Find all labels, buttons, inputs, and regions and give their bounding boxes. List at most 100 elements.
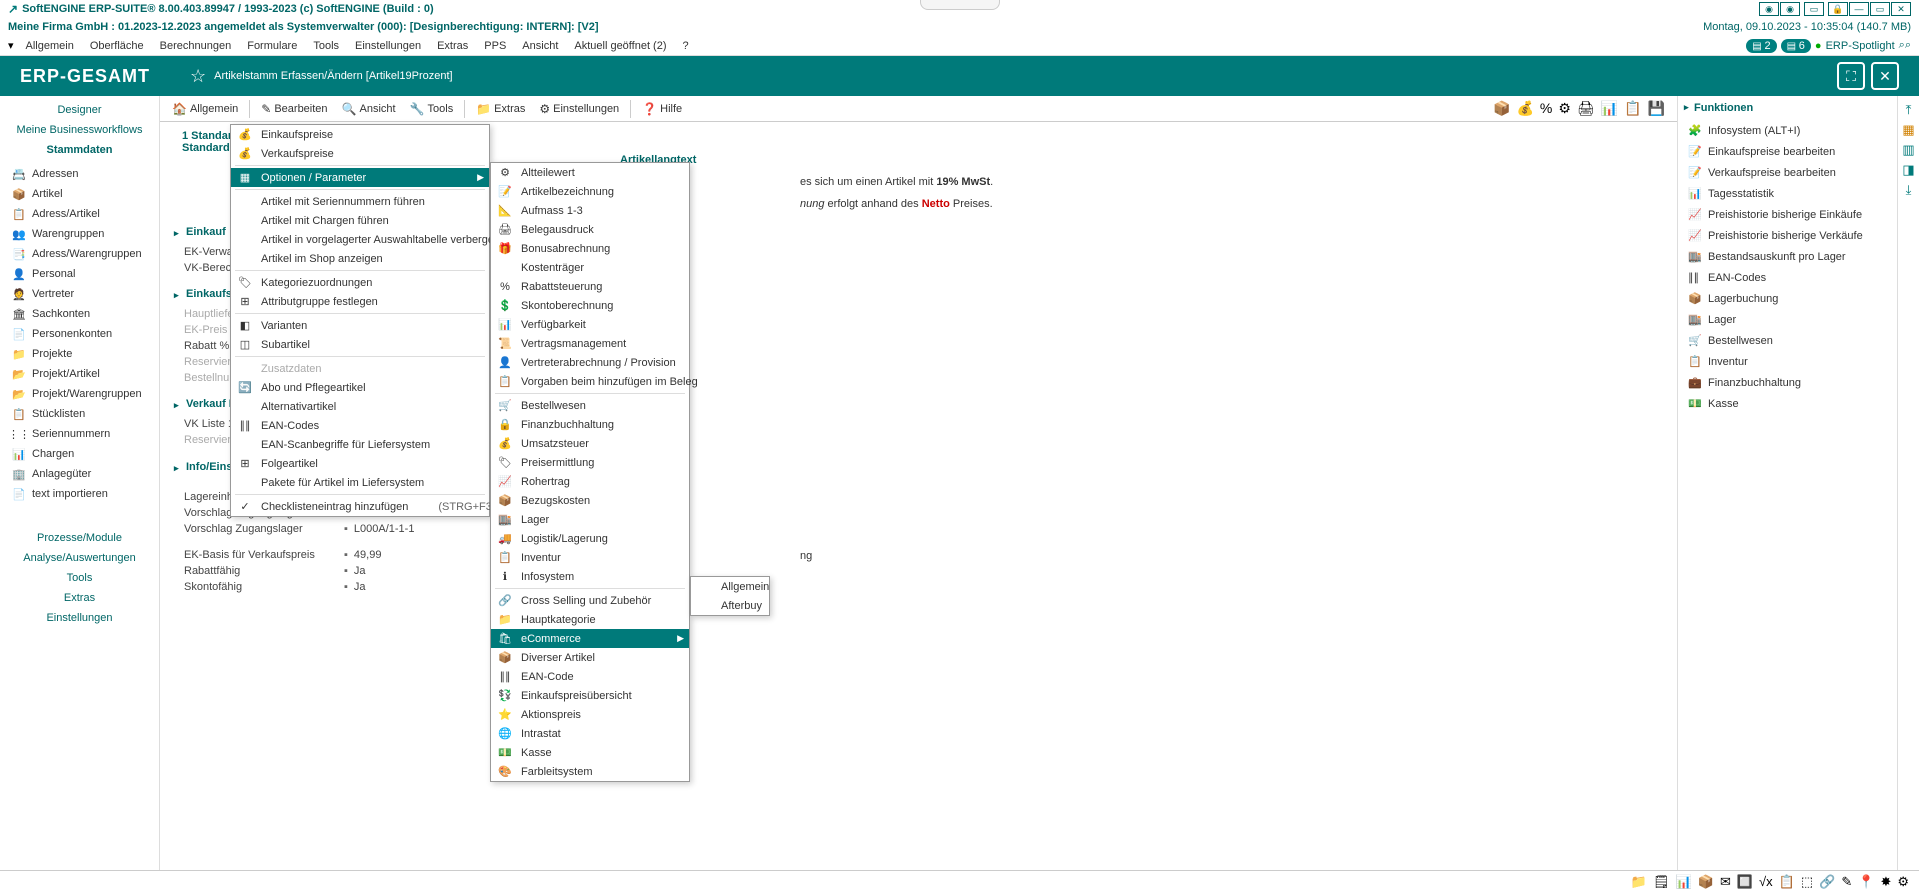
sidebar-item-textimportieren[interactable]: 📄text importieren [8, 484, 151, 504]
sidebar-item-sachkonten[interactable]: 🏛Sachkonten [8, 304, 151, 324]
ctx-einkaufspreisbersich[interactable]: 💱Einkaufspreisübersicht [491, 686, 689, 705]
ctx-optionenparameter[interactable]: ▦Optionen / Parameter▶ [231, 168, 489, 187]
ctx-eancodes[interactable]: ∥∥EAN-Codes [231, 416, 489, 435]
ctx-inventur[interactable]: 📋Inventur [491, 548, 689, 567]
ctx-vertragsmanagement[interactable]: 📜Vertragsmanagement [491, 334, 689, 353]
ctx-aboundpflegeartikel[interactable]: 🔄Abo und Pflegeartikel [231, 378, 489, 397]
ctx-altteilewert[interactable]: ⚙Altteilewert [491, 163, 689, 182]
menu-ansicht[interactable]: Ansicht [514, 38, 566, 54]
ctx-artikelbezeichnung[interactable]: 📝Artikelbezeichnung [491, 182, 689, 201]
fullscreen-button[interactable]: ⛶ [1837, 62, 1865, 90]
f-icon-7[interactable]: √x [1759, 874, 1773, 889]
close-panel-button[interactable]: ✕ [1871, 62, 1899, 90]
ctx-preisermittlung[interactable]: 🏷Preisermittlung [491, 453, 689, 472]
ctx-alternativartikel[interactable]: Alternativartikel [231, 397, 489, 416]
menu-extras[interactable]: Extras [429, 38, 476, 54]
ctx-hauptkategorie[interactable]: 📁Hauptkategorie [491, 610, 689, 629]
ctx-eancode[interactable]: ∥∥EAN-Code [491, 667, 689, 686]
sidebar-item-anlagegter[interactable]: 🏢Anlagegüter [8, 464, 151, 484]
badge-1[interactable]: ▤ 2 [1746, 39, 1776, 53]
toolbtn-allgemein[interactable]: 🏠Allgemein [166, 100, 244, 118]
ctx-aufmass[interactable]: 📐Aufmass 1-3 [491, 201, 689, 220]
ctx-vorgabenbeimhinzufge[interactable]: 📋Vorgaben beim hinzufügen im Beleg [491, 372, 689, 391]
ctx-einkaufspreise[interactable]: 💰Einkaufspreise [231, 125, 489, 144]
menu-berechnungen[interactable]: Berechnungen [152, 38, 240, 54]
sidebar-item-adressartikel[interactable]: 📋Adress/Artikel [8, 204, 151, 224]
menu-oberflaeche[interactable]: Oberfläche [82, 38, 152, 54]
func-inventur[interactable]: 📋Inventur [1686, 351, 1889, 372]
ctx-kasse[interactable]: 💵Kasse [491, 743, 689, 762]
sidebar-item-adresswarengruppen[interactable]: 📑Adress/Warengruppen [8, 244, 151, 264]
func-bestellwesen[interactable]: 🛒Bestellwesen [1686, 330, 1889, 351]
ctx-crosssellingundzubeh[interactable]: 🔗Cross Selling und Zubehör [491, 591, 689, 610]
ctx-folgeartikel[interactable]: ⊞Folgeartikel [231, 454, 489, 473]
erp-spotlight[interactable]: ERP-Spotlight [1826, 40, 1895, 52]
sidebar-designer[interactable]: Designer [0, 100, 159, 120]
toolbtn-einstellungen[interactable]: ⚙Einstellungen [533, 100, 625, 118]
func-einkaufspreisebearbe[interactable]: 📝Einkaufspreise bearbeiten [1686, 141, 1889, 162]
sidebar-nav-extras[interactable]: Extras [0, 588, 159, 608]
binoculars-icon[interactable]: ⌕⌕ [1899, 39, 1911, 52]
ctx-finanzbuchhaltung[interactable]: 🔒Finanzbuchhaltung [491, 415, 689, 434]
f-icon-8[interactable]: 📋 [1779, 874, 1795, 890]
sidebar-item-projekte[interactable]: 📁Projekte [8, 344, 151, 364]
sidebar-item-artikel[interactable]: 📦Artikel [8, 184, 151, 204]
sidebar-item-personal[interactable]: 👤Personal [8, 264, 151, 284]
minimize-icon[interactable]: — [1849, 2, 1869, 16]
window-grab-handle[interactable] [920, 0, 1000, 10]
f-icon-3[interactable]: 📊 [1676, 874, 1692, 890]
ctx-diverserartikel[interactable]: 📦Diverser Artikel [491, 648, 689, 667]
tab-standard-2[interactable]: Standard [182, 142, 230, 154]
ctx-artikelinvorgelagert[interactable]: Artikel in vorgelagerter Auswahltabelle … [231, 230, 489, 249]
func-eancodes[interactable]: ∥∥EAN-Codes [1686, 267, 1889, 288]
ctx-rabattsteuerung[interactable]: %Rabattsteuerung [491, 277, 689, 296]
ctx-artikelimshopanzeige[interactable]: Artikel im Shop anzeigen [231, 249, 489, 268]
restore-icon[interactable]: ▭ [1870, 2, 1890, 16]
win-btn-3[interactable]: ▭ [1804, 2, 1824, 16]
sidebar-item-adressen[interactable]: 📇Adressen [8, 164, 151, 184]
ctx-vertreterabrechnungp[interactable]: 👤Vertreterabrechnung / Provision [491, 353, 689, 372]
f-icon-14[interactable]: ⚙ [1897, 874, 1909, 890]
menu-pps[interactable]: PPS [476, 38, 514, 54]
win-btn-2[interactable]: ◉ [1780, 2, 1800, 16]
lock-icon[interactable]: 🔒 [1828, 2, 1848, 16]
toolbtn-bearbeiten[interactable]: ✎Bearbeiten [255, 100, 333, 118]
menu-formulare[interactable]: Formulare [239, 38, 305, 54]
sidebar-item-vertreter[interactable]: 🤵Vertreter [8, 284, 151, 304]
f-icon-2[interactable]: 🗒 [1653, 874, 1670, 890]
tool-icon-7[interactable]: 📋 [1624, 100, 1641, 117]
ctx-logistiklagerung[interactable]: 🚚Logistik/Lagerung [491, 529, 689, 548]
sidebar-workflows[interactable]: Meine Businessworkflows [0, 120, 159, 140]
ctx-belegausdruck[interactable]: 🖨Belegausdruck [491, 220, 689, 239]
ctx-farbleitsystem[interactable]: 🎨Farbleitsystem [491, 762, 689, 781]
ctx-paketefrartikelimlie[interactable]: Pakete für Artikel im Liefersystem [231, 473, 489, 492]
func-lager[interactable]: 🏬Lager [1686, 309, 1889, 330]
v-win-icon[interactable]: ▥ [1902, 142, 1914, 158]
menu-einstellungen[interactable]: Einstellungen [347, 38, 429, 54]
ctx-skontoberechnung[interactable]: 💲Skontoberechnung [491, 296, 689, 315]
win-btn-1[interactable]: ◉ [1759, 2, 1779, 16]
sidebar-nav-tools[interactable]: Tools [0, 568, 159, 588]
f-icon-9[interactable]: ⬚ [1801, 874, 1813, 890]
ctx-intrastat[interactable]: 🌐Intrastat [491, 724, 689, 743]
ctx-kostentrger[interactable]: Kostenträger [491, 258, 689, 277]
favorite-star-icon[interactable]: ☆ [190, 66, 206, 87]
func-preishistoriebisheri[interactable]: 📈Preishistorie bisherige Verkäufe [1686, 225, 1889, 246]
v-chart-icon[interactable]: ◨ [1902, 162, 1914, 178]
badge-2[interactable]: ▤ 6 [1781, 39, 1811, 53]
v-up-icon[interactable]: ⤒ [1906, 102, 1912, 118]
tool-icon-4[interactable]: ⚙ [1558, 100, 1571, 117]
f-icon-5[interactable]: ✉ [1720, 874, 1731, 890]
func-lagerbuchung[interactable]: 📦Lagerbuchung [1686, 288, 1889, 309]
f-icon-6[interactable]: 🔲 [1737, 874, 1753, 890]
ctx-attributgruppefestle[interactable]: ⊞Attributgruppe festlegen [231, 292, 489, 311]
menu-help[interactable]: ? [675, 38, 697, 54]
toolbtn-tools[interactable]: 🔧Tools [404, 100, 460, 118]
ctx-checklisteneintraghi[interactable]: ✓Checklisteneintrag hinzufügen(STRG+F3) [231, 497, 489, 516]
sidebar-item-projektwarengruppen[interactable]: 📂Projekt/Warengruppen [8, 384, 151, 404]
func-bestandsauskunftprol[interactable]: 🏬Bestandsauskunft pro Lager [1686, 246, 1889, 267]
f-icon-10[interactable]: 🔗 [1819, 874, 1835, 890]
ctx-bezugskosten[interactable]: 📦Bezugskosten [491, 491, 689, 510]
ctx-verfgbarkeit[interactable]: 📊Verfügbarkeit [491, 315, 689, 334]
sidebar-item-warengruppen[interactable]: 👥Warengruppen [8, 224, 151, 244]
